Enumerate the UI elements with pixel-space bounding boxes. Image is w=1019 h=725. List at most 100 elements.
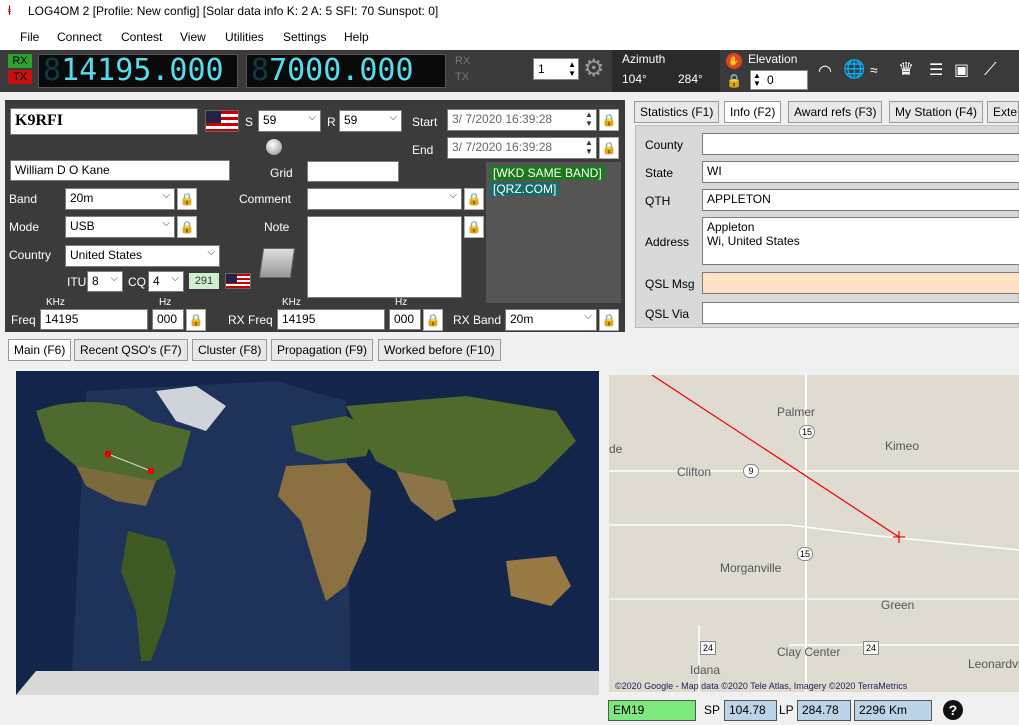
award-crown-icon[interactable]: ♛ bbox=[898, 59, 914, 80]
server-icon[interactable]: ☰ bbox=[929, 60, 943, 80]
note-lock-icon[interactable]: 🔒 bbox=[464, 216, 484, 238]
rx-freq-lock-icon[interactable]: 🔒 bbox=[423, 309, 443, 331]
short-path-value: 104.78 bbox=[724, 700, 777, 721]
menu-view[interactable]: View bbox=[180, 30, 206, 44]
qsl-msg-label: QSL Msg bbox=[645, 277, 695, 291]
chevron-down-icon: ⌵ bbox=[449, 190, 457, 201]
azimuth-sp: 104° bbox=[622, 72, 647, 86]
country-flag-icon bbox=[225, 273, 251, 289]
tab-info[interactable]: Info (F2) bbox=[724, 101, 782, 123]
note-textarea[interactable] bbox=[307, 216, 462, 298]
tab-worked-before[interactable]: Worked before (F10) bbox=[378, 339, 501, 361]
azimuth-lp: 284° bbox=[678, 72, 703, 86]
menu-contest[interactable]: Contest bbox=[121, 30, 162, 44]
mode-select[interactable]: USB ⌵ bbox=[65, 216, 175, 238]
band-select[interactable]: 20m ⌵ bbox=[65, 188, 175, 210]
local-map[interactable]: Palmer Kimeo Clifton Morganville Green I… bbox=[609, 375, 1019, 692]
menu-help[interactable]: Help bbox=[344, 30, 369, 44]
radio-selector[interactable]: 1 ▲ ▼ bbox=[533, 58, 579, 80]
map-place-label: Clifton bbox=[677, 465, 712, 479]
tab-cluster[interactable]: Cluster (F8) bbox=[192, 339, 268, 361]
operator-name-input[interactable]: William D O Kane bbox=[10, 160, 230, 181]
lock-icon[interactable]: 🔒 bbox=[726, 73, 742, 89]
rx-band-lock-icon[interactable]: 🔒 bbox=[599, 309, 619, 331]
county-input[interactable] bbox=[702, 133, 1019, 155]
comment-select[interactable]: ⌵ bbox=[307, 188, 462, 210]
rst-received-select[interactable]: 59 ⌵ bbox=[339, 110, 402, 132]
spin-icon[interactable]: ▲ ▼ bbox=[585, 138, 593, 156]
chevron-down-icon: ⌵ bbox=[171, 273, 179, 284]
main-frequency-display[interactable]: 814195.000 bbox=[38, 54, 238, 88]
menu-utilities[interactable]: Utilities bbox=[225, 30, 264, 44]
menu-file[interactable]: File bbox=[20, 30, 39, 44]
wkd-same-band-tag: [WKD SAME BAND] bbox=[490, 166, 605, 180]
cq-zone-select[interactable]: 4 ⌵ bbox=[148, 271, 184, 292]
route-shield: 9 bbox=[743, 464, 759, 478]
qrz-tag[interactable]: [QRZ.COM] bbox=[490, 182, 560, 196]
dxcc-badge: 291 bbox=[189, 273, 219, 289]
callsign-input[interactable]: K9RFI bbox=[10, 108, 198, 135]
rx-indicator: RX bbox=[8, 54, 32, 68]
spin-icon[interactable]: ▲ ▼ bbox=[585, 110, 593, 128]
world-map[interactable] bbox=[16, 371, 599, 695]
address-textarea[interactable]: Appleton Wi, United States bbox=[702, 217, 1019, 265]
elevation-input[interactable]: ▲ ▼ 0 bbox=[750, 70, 808, 90]
freq-lock-icon[interactable]: 🔒 bbox=[186, 309, 206, 331]
radio-icon[interactable]: ▣ bbox=[954, 60, 969, 80]
tab-recent-qsos[interactable]: Recent QSO's (F7) bbox=[74, 339, 188, 361]
rst-sent-select[interactable]: 59 ⌵ bbox=[258, 110, 321, 132]
tab-award-refs[interactable]: Award refs (F3) bbox=[788, 101, 883, 123]
state-input[interactable]: WI bbox=[702, 161, 1019, 183]
freq-hz-input[interactable]: 000 bbox=[152, 309, 184, 330]
start-time-input[interactable]: 3/ 7/2020 16:39:28 bbox=[447, 109, 597, 131]
menu-connect[interactable]: Connect bbox=[57, 30, 102, 44]
window-title: LOG4OM 2 [Profile: New config] [Solar da… bbox=[28, 4, 439, 18]
qsl-msg-input[interactable] bbox=[702, 272, 1019, 294]
help-icon[interactable]: ? bbox=[943, 700, 963, 720]
tab-external[interactable]: Exte bbox=[987, 101, 1019, 123]
country-select[interactable]: United States ⌵ bbox=[65, 245, 220, 267]
qsl-via-input[interactable] bbox=[702, 302, 1019, 324]
my-station-marker bbox=[105, 451, 111, 457]
itu-zone-select[interactable]: 8 ⌵ bbox=[87, 271, 123, 292]
band-lock-icon[interactable]: 🔒 bbox=[177, 188, 197, 210]
end-lock-icon[interactable]: 🔒 bbox=[599, 137, 619, 159]
globe-icon[interactable]: 🌐 bbox=[843, 59, 865, 80]
mode-lock-icon[interactable]: 🔒 bbox=[177, 216, 197, 238]
end-label: End bbox=[412, 143, 434, 157]
locator-box: EM19 bbox=[608, 700, 696, 721]
comment-lock-icon[interactable]: 🔒 bbox=[464, 188, 484, 210]
tab-main[interactable]: Main (F6) bbox=[8, 339, 72, 361]
antenna-icon[interactable]: ⟋ bbox=[984, 59, 997, 80]
end-time-input[interactable]: 3/ 7/2020 16:39:28 bbox=[447, 137, 597, 159]
satellite-icon[interactable]: ≈ bbox=[870, 62, 878, 78]
rx-freq-khz-input[interactable]: 14195 bbox=[277, 309, 385, 330]
tab-my-station[interactable]: My Station (F4) bbox=[889, 101, 984, 123]
start-lock-icon[interactable]: 🔒 bbox=[599, 109, 619, 131]
freq-khz-input[interactable]: 14195 bbox=[40, 309, 148, 330]
chevron-down-icon: ⌵ bbox=[207, 247, 215, 258]
rx-freq-label: RX Freq bbox=[228, 313, 273, 327]
map-place-label: Kimeo bbox=[885, 439, 920, 453]
rx-frequency-display[interactable]: 87000.000 bbox=[246, 54, 446, 88]
menu-settings[interactable]: Settings bbox=[283, 30, 326, 44]
azimuth-panel: Azimuth 104° 284° bbox=[612, 50, 720, 92]
spin-icon: ▲ ▼ bbox=[753, 71, 761, 88]
chevron-down-icon: ⌵ bbox=[584, 311, 592, 322]
tab-propagation[interactable]: Propagation (F9) bbox=[271, 339, 374, 361]
qth-input[interactable]: APPLETON bbox=[702, 189, 1019, 211]
stop-rotator-icon[interactable]: ✋ bbox=[726, 53, 742, 69]
rx-freq-hz-input[interactable]: 000 bbox=[389, 309, 421, 330]
start-label: Start bbox=[412, 115, 438, 129]
qsl-card-icon[interactable] bbox=[258, 248, 296, 278]
map-place-label: Leonardvi bbox=[968, 657, 1019, 671]
radio-settings-gear-icon[interactable]: ⚙ bbox=[583, 56, 605, 82]
chevron-down-icon: ⌵ bbox=[110, 273, 118, 284]
rx-band-select[interactable]: 20m ⌵ bbox=[505, 309, 597, 331]
map-place-label: Idana bbox=[690, 663, 721, 677]
rss-feed-icon[interactable]: ◠ bbox=[818, 61, 832, 81]
khz-label: KHz bbox=[46, 297, 65, 308]
lookup-tags-panel: [WKD SAME BAND] [QRZ.COM] bbox=[486, 162, 621, 303]
tab-statistics[interactable]: Statistics (F1) bbox=[634, 101, 720, 123]
grid-input[interactable] bbox=[307, 161, 399, 182]
